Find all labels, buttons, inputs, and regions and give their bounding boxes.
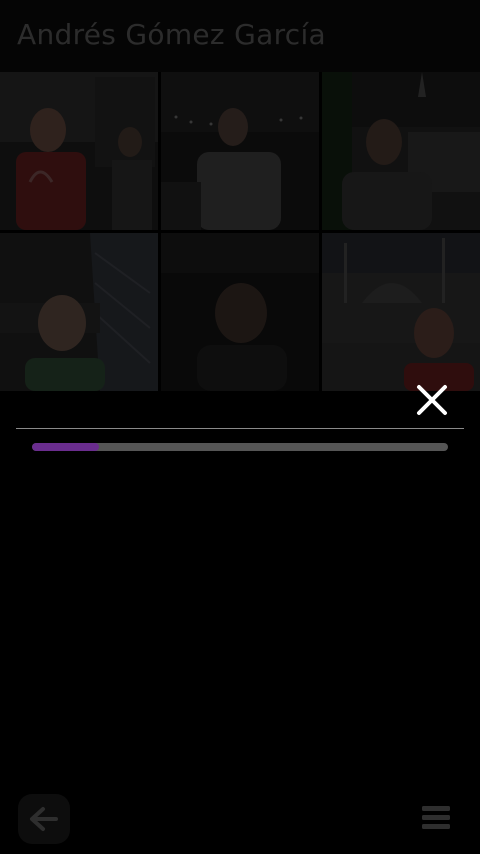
photo-thumbnail-image — [161, 72, 319, 230]
photo-thumbnail[interactable] — [322, 72, 480, 230]
progress-bar — [32, 443, 448, 451]
menu-button[interactable] — [418, 802, 454, 834]
progress-fill — [32, 443, 99, 451]
photo-thumbnail-image — [322, 72, 480, 230]
back-button[interactable] — [18, 794, 70, 844]
photo-thumbnail-image — [0, 72, 158, 230]
header: Andrés Gómez García — [0, 0, 480, 72]
photo-thumbnail-image — [322, 233, 480, 391]
page-title: Andrés Gómez García — [17, 18, 326, 51]
photo-thumbnail[interactable] — [322, 233, 480, 391]
menu-icon — [422, 806, 450, 829]
photo-grid — [0, 72, 480, 392]
close-button[interactable] — [412, 380, 452, 420]
photo-thumbnail-image — [161, 233, 319, 391]
photo-thumbnail[interactable] — [161, 72, 319, 230]
divider — [16, 428, 464, 429]
close-icon — [417, 385, 447, 415]
photo-thumbnail[interactable] — [0, 233, 158, 391]
screen: Andrés Gómez García — [0, 0, 480, 854]
photo-thumbnail[interactable] — [0, 72, 158, 230]
photo-thumbnail[interactable] — [161, 233, 319, 391]
back-arrow-icon — [30, 807, 58, 831]
photo-thumbnail-image — [0, 233, 158, 391]
